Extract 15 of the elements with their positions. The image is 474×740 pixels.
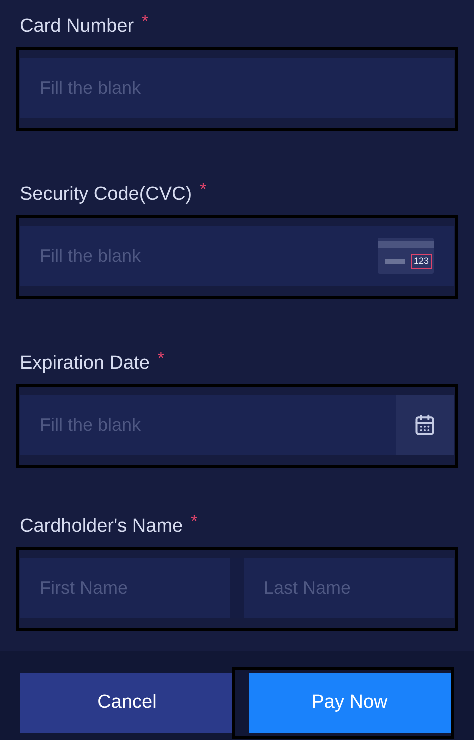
field-label: Card Number — [20, 15, 134, 39]
calendar-icon — [414, 414, 436, 436]
pay-button[interactable]: Pay Now — [248, 673, 451, 733]
required-mark: * — [158, 352, 165, 366]
required-mark: * — [142, 15, 149, 29]
calendar-button[interactable] — [396, 395, 454, 455]
card-stripe — [378, 241, 434, 248]
field-label: Security Code(CVC) — [20, 183, 192, 207]
required-mark: * — [200, 183, 207, 197]
required-mark: * — [191, 515, 198, 529]
field-label: Expiration Date — [20, 352, 150, 376]
field-label: Cardholder's Name — [20, 515, 184, 539]
cancel-button[interactable]: Cancel — [20, 673, 234, 733]
signature-bar — [385, 259, 405, 264]
cvc-digits: 123 — [411, 254, 432, 269]
